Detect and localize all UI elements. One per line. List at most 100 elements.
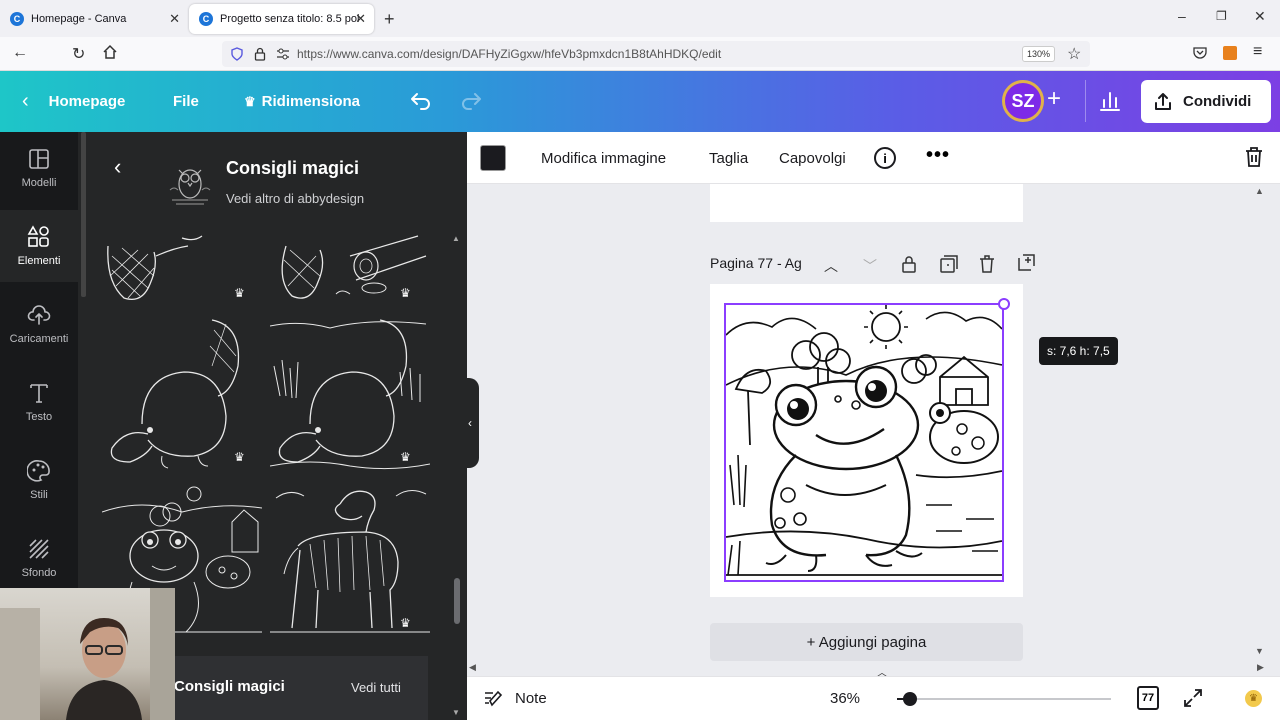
- zoom-slider[interactable]: [897, 692, 1111, 706]
- current-page[interactable]: [710, 284, 1023, 597]
- page-count-button[interactable]: 77: [1137, 686, 1159, 710]
- homepage-label: Homepage: [48, 93, 126, 110]
- edit-image-label: Modifica immagine: [541, 149, 667, 167]
- analytics-icon[interactable]: [1099, 90, 1121, 112]
- page-count: 77: [1141, 692, 1155, 704]
- rail-item-styles[interactable]: Stili: [0, 444, 78, 516]
- new-tab-icon[interactable]: +: [384, 9, 395, 30]
- flip-button[interactable]: Capovolgi: [779, 132, 846, 184]
- rail-item-text[interactable]: Testo: [0, 366, 78, 438]
- graphic-thumbnail[interactable]: ♛: [270, 232, 430, 304]
- premium-crown-icon: ♛: [400, 450, 411, 464]
- share-button[interactable]: Condividi: [1141, 80, 1271, 123]
- show-pages-chevron-icon[interactable]: ︿: [877, 664, 887, 676]
- undo-icon[interactable]: [409, 89, 433, 113]
- crop-label: Taglia: [709, 149, 749, 167]
- editor-header: ‹ Homepage File ♛ Ridimensiona SZ + Cond…: [0, 71, 1280, 132]
- graphic-thumbnail[interactable]: ♛: [102, 316, 258, 472]
- panel-scrollbar[interactable]: ▲ ▼: [452, 234, 462, 720]
- zoom-slider-knob[interactable]: [903, 692, 917, 706]
- close-tab-icon[interactable]: ✕: [355, 11, 366, 27]
- graphic-thumbnail[interactable]: ♛: [270, 482, 430, 638]
- premium-crown-icon[interactable]: ♛: [1245, 690, 1262, 707]
- file-menu-button[interactable]: File: [173, 71, 199, 132]
- homepage-button[interactable]: ‹ Homepage: [22, 71, 125, 132]
- graphic-thumbnail[interactable]: ♛: [102, 232, 258, 304]
- canvas-area: Pagina 77 - Ag ︿ ﹀ s: 7,6 h: 7,5 + Aggiu…: [467, 184, 1280, 676]
- crop-button[interactable]: Taglia: [709, 132, 748, 184]
- close-tab-icon[interactable]: ✕: [169, 11, 180, 27]
- chevron-left-icon: ‹: [22, 90, 29, 112]
- frog-illustration: [726, 305, 1002, 580]
- color-swatch[interactable]: [480, 145, 506, 171]
- tab-project[interactable]: C Progetto senza titolo: 8.5 pollic ✕: [189, 4, 374, 34]
- page-up-icon[interactable]: ︿: [824, 256, 838, 276]
- zoom-percentage[interactable]: 36%: [830, 690, 860, 707]
- shield-icon: [230, 47, 244, 61]
- scroll-down-arrow[interactable]: ▼: [1255, 646, 1264, 656]
- collapse-panel-handle[interactable]: ‹: [461, 378, 479, 468]
- home-icon[interactable]: [102, 44, 118, 60]
- duplicate-page-icon[interactable]: [940, 255, 958, 273]
- fullscreen-icon[interactable]: [1183, 688, 1203, 708]
- scroll-up-arrow[interactable]: ▲: [1255, 186, 1264, 196]
- panel-title: Consigli magici: [226, 158, 360, 178]
- menu-hamburger-icon[interactable]: ≡: [1253, 43, 1262, 61]
- add-page-button[interactable]: + Aggiungi pagina: [710, 623, 1023, 661]
- rotate-handle[interactable]: [998, 298, 1010, 310]
- rail-item-elements[interactable]: Elementi: [0, 210, 78, 282]
- creator-link[interactable]: Vedi altro di abbydesign: [226, 191, 364, 206]
- rail-label: Sfondo: [21, 567, 57, 579]
- back-chevron-icon[interactable]: ‹: [114, 154, 121, 180]
- close-window-icon[interactable]: ✕: [1254, 8, 1266, 25]
- see-all-link[interactable]: Vedi tutti: [351, 680, 401, 695]
- section-title: Consigli magici: [174, 678, 285, 695]
- rail-item-templates[interactable]: Modelli: [0, 132, 78, 204]
- pocket-icon[interactable]: [1193, 46, 1207, 60]
- tab-title: Progetto senza titolo: 8.5 pollic: [220, 13, 360, 25]
- rail-item-uploads[interactable]: Caricamenti: [0, 288, 78, 360]
- tab-homepage[interactable]: C Homepage - Canva ✕: [0, 4, 188, 34]
- page-title[interactable]: Pagina 77 - Ag: [710, 255, 802, 271]
- previous-page[interactable]: [710, 184, 1023, 222]
- bookmark-star-icon[interactable]: ☆: [1067, 44, 1081, 64]
- minimize-icon[interactable]: –: [1178, 8, 1186, 24]
- edit-image-button[interactable]: Modifica immagine: [541, 132, 666, 184]
- resize-button[interactable]: ♛ Ridimensiona: [244, 71, 360, 132]
- rail-label: Modelli: [21, 177, 57, 189]
- url-text[interactable]: https://www.canva.com/design/DAFHyZiGgxw…: [297, 47, 721, 61]
- back-icon[interactable]: ←: [12, 44, 28, 62]
- size-tooltip: s: 7,6 h: 7,5: [1039, 337, 1118, 365]
- rail-item-background[interactable]: Sfondo: [0, 522, 78, 594]
- page-down-icon[interactable]: ﹀: [863, 256, 877, 276]
- lock-page-icon[interactable]: [901, 255, 917, 273]
- panel-scroll-thumb[interactable]: [454, 578, 460, 624]
- redo-icon[interactable]: [459, 89, 483, 113]
- add-collaborator-icon[interactable]: +: [1047, 85, 1061, 113]
- extension-icon[interactable]: [1223, 46, 1237, 60]
- zoom-indicator[interactable]: 130%: [1022, 46, 1056, 62]
- scroll-left-arrow[interactable]: ◀: [469, 662, 476, 673]
- frog-coloring-image[interactable]: [724, 303, 1004, 582]
- reload-icon[interactable]: ↻: [72, 44, 85, 64]
- add-page-icon[interactable]: [1017, 254, 1035, 272]
- user-avatar[interactable]: SZ: [1002, 80, 1044, 122]
- more-options-icon[interactable]: •••: [926, 144, 950, 167]
- avatar-initials: SZ: [1011, 90, 1035, 111]
- sparkle-icon: ♛: [244, 93, 256, 109]
- delete-page-icon[interactable]: [979, 255, 995, 273]
- rail-label: Elementi: [17, 255, 61, 267]
- graphic-thumbnail[interactable]: ♛: [270, 316, 430, 472]
- notes-icon[interactable]: [483, 689, 503, 707]
- trash-icon[interactable]: [1244, 146, 1264, 168]
- premium-crown-icon: ♛: [234, 450, 245, 464]
- info-icon[interactable]: i: [874, 147, 896, 169]
- page-label: Pagina 77 - Ag: [710, 255, 802, 271]
- notes-button[interactable]: Note: [515, 690, 547, 707]
- restore-icon[interactable]: ❐: [1216, 9, 1227, 23]
- rail-label: Caricamenti: [9, 333, 69, 345]
- url-bar[interactable]: https://www.canva.com/design/DAFHyZiGgxw…: [222, 41, 1090, 67]
- canva-favicon-icon: C: [199, 12, 213, 26]
- scroll-right-arrow[interactable]: ▶: [1257, 662, 1264, 673]
- rail-scrollbar[interactable]: [81, 132, 86, 297]
